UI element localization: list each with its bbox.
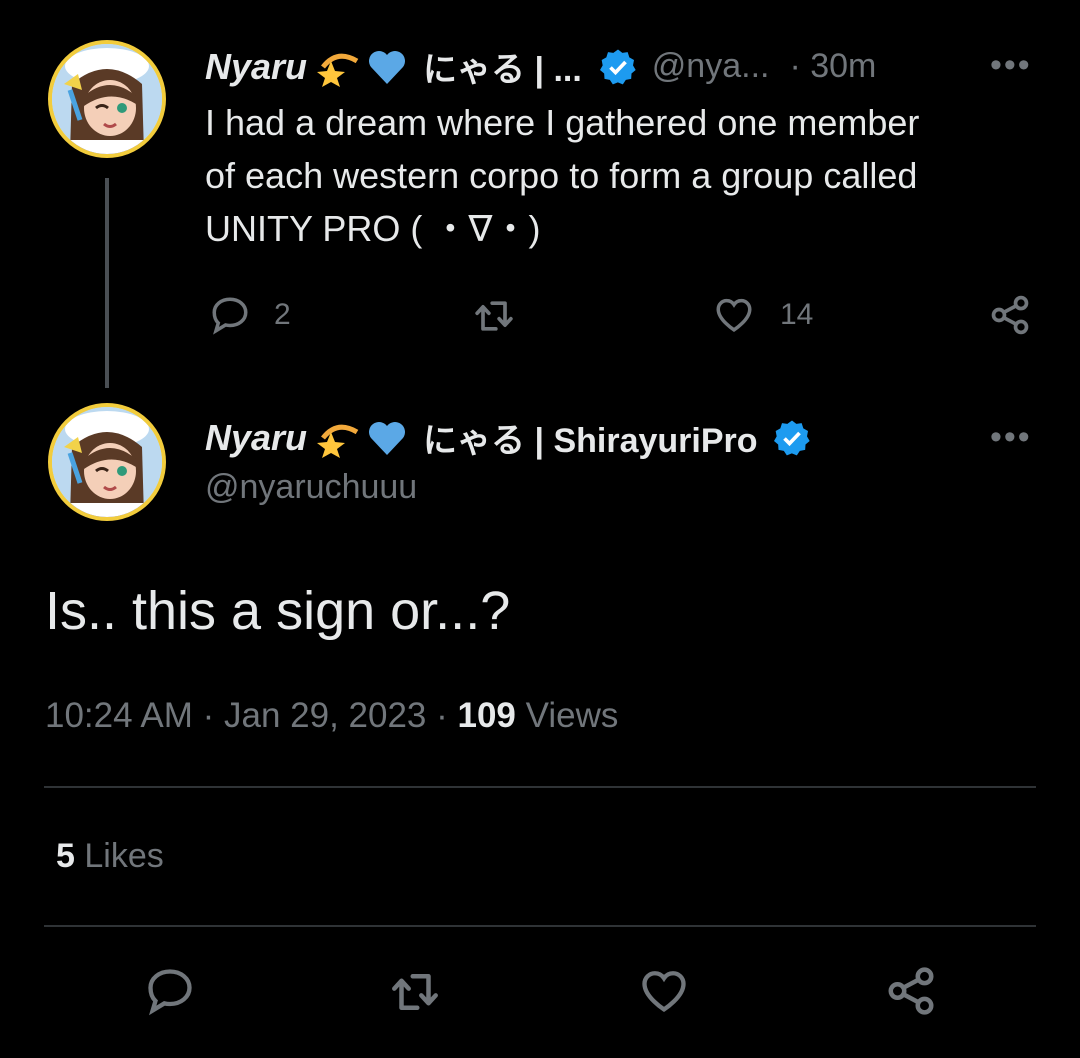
- display-name-jp[interactable]: にゃる | ...: [423, 42, 582, 91]
- retweet-button[interactable]: [386, 965, 444, 1019]
- dizzy-star-emoji: [317, 418, 361, 458]
- like-count: 14: [780, 298, 814, 331]
- verified-badge-icon: [598, 47, 638, 87]
- like-button[interactable]: 14: [712, 294, 813, 336]
- like-icon: [637, 965, 691, 1017]
- reply-icon: [208, 294, 252, 336]
- blue-heart-emoji: [367, 419, 407, 457]
- share-icon: [884, 963, 938, 1019]
- divider: [44, 925, 1036, 927]
- retweet-button[interactable]: [470, 294, 518, 338]
- like-icon: [712, 294, 756, 336]
- handle[interactable]: @nyaruchuuu: [205, 468, 417, 507]
- reply-button[interactable]: [143, 965, 197, 1017]
- tweet-meta: 10:24 AM · Jan 29, 2023 · 109 Views: [45, 696, 618, 736]
- reply-icon: [143, 965, 197, 1017]
- views-count: 109: [457, 696, 516, 735]
- retweet-icon: [470, 294, 518, 338]
- handle[interactable]: @nya...: [652, 47, 770, 86]
- verified-badge-icon: [772, 418, 812, 458]
- avatar[interactable]: [48, 403, 166, 521]
- display-name-jp[interactable]: にゃる | ShirayuriPro: [423, 413, 757, 462]
- timestamp[interactable]: · 30m: [789, 47, 876, 86]
- share-button[interactable]: [988, 293, 1032, 337]
- more-options-icon[interactable]: •••: [990, 46, 1032, 85]
- timestamp[interactable]: 10:24 AM · Jan 29, 2023 ·: [45, 696, 457, 735]
- tweet-text-line: of each western corpo to form a group ca…: [205, 155, 918, 196]
- share-button[interactable]: [884, 963, 938, 1019]
- likes-count: 5: [56, 837, 75, 875]
- likes-link[interactable]: 5 Likes: [56, 837, 164, 876]
- share-icon: [988, 293, 1032, 337]
- divider: [44, 786, 1036, 788]
- views-label: Views: [515, 696, 619, 735]
- main-tweet-text: Is.. this a sign or...?: [45, 581, 511, 641]
- main-tweet-header: Nyaru にゃる | ShirayuriPro: [205, 413, 812, 462]
- display-name[interactable]: Nyaru: [205, 46, 307, 88]
- reply-count: 2: [274, 298, 291, 331]
- avatar[interactable]: [48, 40, 166, 158]
- retweet-icon: [386, 965, 444, 1019]
- tweet-text-line: UNITY PRO ( ・∇・): [205, 208, 541, 249]
- like-button[interactable]: [637, 965, 691, 1017]
- tweet-text: I had a dream where I gathered one membe…: [205, 96, 1035, 255]
- likes-label: Likes: [74, 837, 164, 875]
- blue-heart-emoji: [367, 48, 407, 86]
- tweet-text-line: I had a dream where I gathered one membe…: [205, 102, 920, 143]
- more-options-icon[interactable]: •••: [990, 418, 1032, 457]
- reply-tweet-header: Nyaru にゃる | ... @nya... · 30m: [205, 42, 876, 91]
- dizzy-star-emoji: [317, 47, 361, 87]
- reply-button[interactable]: 2: [208, 294, 291, 336]
- thread-line: [105, 178, 109, 388]
- display-name[interactable]: Nyaru: [205, 417, 307, 459]
